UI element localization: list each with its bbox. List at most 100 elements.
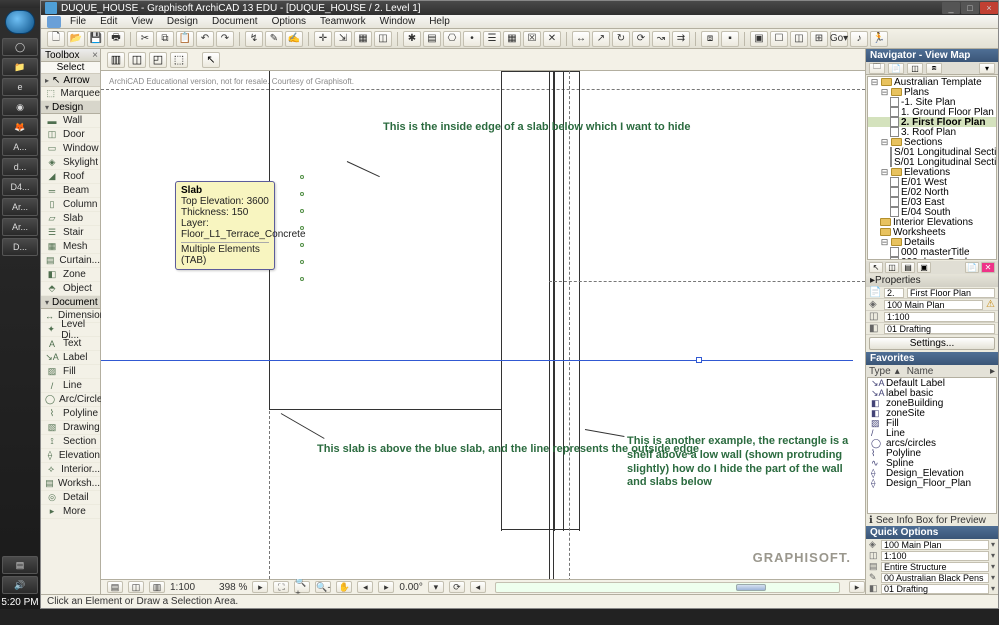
tool-stair[interactable]: ☰Stair [41,226,100,240]
taskbar-item[interactable]: A... [2,138,38,156]
tool-button[interactable]: • [463,31,481,47]
tool-button[interactable]: ◫ [790,31,808,47]
info-btn[interactable]: ⬚ [170,52,188,68]
tree-item[interactable]: E/03 East [868,197,996,207]
toolbox-arrow[interactable]: ▸↖Arrow [41,74,100,87]
tool-button[interactable]: ↔ [572,31,590,47]
app-close[interactable]: × [980,2,998,14]
tool-roof[interactable]: ◢Roof [41,170,100,184]
drafting-combo[interactable]: 01 Drafting [884,324,995,334]
scale-combo[interactable]: 1:100 [884,312,995,322]
tree-item[interactable]: S/01 Longitudinal Section [868,157,996,167]
nav-opt[interactable]: ▾ [979,63,995,74]
taskbar-item[interactable]: 🦊 [2,118,38,136]
qo-layer[interactable]: 100 Main Plan [881,540,989,550]
fav-item[interactable]: ⌇Polyline [868,448,996,458]
taskbar-item[interactable]: e [2,78,38,96]
tool-wall[interactable]: ▬Wall [41,114,100,128]
taskbar-item[interactable]: Ar... [2,198,38,216]
menu-teamwork[interactable]: Teamwork [313,15,373,29]
tool-button[interactable]: ✎ [265,31,283,47]
prev-view[interactable]: ◂ [357,581,373,593]
pan-btn[interactable]: ✋ [336,581,352,593]
fav-item[interactable]: ↘Alabel basic [868,388,996,398]
zoom-btn[interactable]: ▸ [252,581,268,593]
view-opt[interactable]: ◂ [470,581,486,593]
tree-item[interactable]: Interior Elevations [868,217,996,227]
qo-pens[interactable]: 00 Australian Black Pens [881,573,989,583]
tool-button[interactable]: ☰ [483,31,501,47]
tool-curtain[interactable]: ▤Curtain... [41,254,100,268]
horizontal-scrollbar[interactable] [495,582,840,593]
paste-button[interactable]: 📋 [176,31,194,47]
tool-slab[interactable]: ▱Slab [41,212,100,226]
tool-leveldim[interactable]: ✦Level Di... [41,323,100,337]
navigator-tree[interactable]: ⊟Australian Template ⊟Plans -1. Site Pla… [867,76,997,260]
tree-item-selected[interactable]: 2. First Floor Plan [868,117,996,127]
tool-beam[interactable]: ═Beam [41,184,100,198]
scroll-right[interactable]: ▸ [849,581,865,593]
tool-button[interactable]: ♪ [850,31,868,47]
nav-btn[interactable]: ↖ [869,262,883,273]
open-button[interactable]: 📂 [67,31,85,47]
nav-delete[interactable]: ✕ [981,262,995,273]
toolbox-design-head[interactable]: ▾Design [41,101,100,114]
fav-item[interactable]: ⟠Design_Floor_Plan [868,478,996,488]
copy-button[interactable]: ⧉ [156,31,174,47]
fav-item[interactable]: ↘ADefault Label [868,378,996,388]
tool-button[interactable]: ⎔ [443,31,461,47]
info-btn[interactable]: ▥ [107,52,125,68]
tool-button[interactable]: ✕ [543,31,561,47]
tree-item[interactable]: 3. Roof Plan [868,127,996,137]
tool-worksheet[interactable]: ▤Worksh... [41,477,100,491]
favorites-list[interactable]: ↘ADefault Label ↘Alabel basic ◧zoneBuild… [867,377,997,514]
tool-elevation[interactable]: ⟠Elevation [41,449,100,463]
tool-drawing[interactable]: ▧Drawing [41,421,100,435]
nav-btn[interactable]: 📄 [965,262,979,273]
tray-icons[interactable]: 🔊 [2,576,38,594]
tool-button[interactable]: ▦ [503,31,521,47]
fav-item[interactable]: ◧zoneSite [868,408,996,418]
zoom-in[interactable]: 🔍+ [294,581,310,593]
scale-readout[interactable]: 1:100 [170,582,195,593]
fav-item[interactable]: ◯arcs/circles [868,438,996,448]
save-button[interactable]: 💾 [87,31,105,47]
properties-title[interactable]: ▸ Properties [866,274,998,287]
tree-item[interactable]: 000 masterTitle [868,247,996,257]
undo-button[interactable]: ↶ [196,31,214,47]
toolbox-select[interactable]: Select [41,62,100,74]
fav-item[interactable]: ⟠Design_Elevation [868,468,996,478]
fav-item[interactable]: /Line [868,428,996,438]
info-btn[interactable]: ◰ [149,52,167,68]
tool-column[interactable]: ▯Column [41,198,100,212]
zoom-readout[interactable]: 398 % [219,582,247,593]
cut-button[interactable]: ✂ [136,31,154,47]
tool-button[interactable]: ▣ [750,31,768,47]
view-opt[interactable]: ⟳ [449,581,465,593]
qo-scale[interactable]: 1:100 [881,551,989,561]
next-view[interactable]: ▸ [378,581,394,593]
app-maximize[interactable]: □ [961,2,979,14]
new-button[interactable]: 🗋 [47,31,65,47]
tool-button[interactable]: ◫ [374,31,392,47]
menu-document[interactable]: Document [205,15,265,29]
start-orb[interactable] [5,10,35,34]
tool-button[interactable]: ↯ [245,31,263,47]
taskbar-item[interactable]: ◯ [2,38,38,56]
angle-readout[interactable]: 0.00° [399,582,422,593]
qo-drafting[interactable]: 01 Drafting [881,584,989,594]
tool-detail[interactable]: ◎Detail [41,491,100,505]
tool-button[interactable]: ☐ [770,31,788,47]
tool-interior[interactable]: ⟡Interior... [41,463,100,477]
tool-object[interactable]: ⬘Object [41,282,100,296]
tree-item[interactable]: 1. Ground Floor Plan [868,107,996,117]
fav-item[interactable]: ∿Spline [868,458,996,468]
nav-btn[interactable]: ▤ [901,262,915,273]
tool-button[interactable]: ⟳ [632,31,650,47]
toolbox-doc-head[interactable]: ▾Document [41,296,100,309]
tool-button[interactable]: ✍ [285,31,303,47]
nav-btn[interactable]: ◫ [885,262,899,273]
tree-item[interactable]: E/04 South [868,207,996,217]
view-btn[interactable]: ◫ [128,581,144,593]
tool-mesh[interactable]: ▦Mesh [41,240,100,254]
